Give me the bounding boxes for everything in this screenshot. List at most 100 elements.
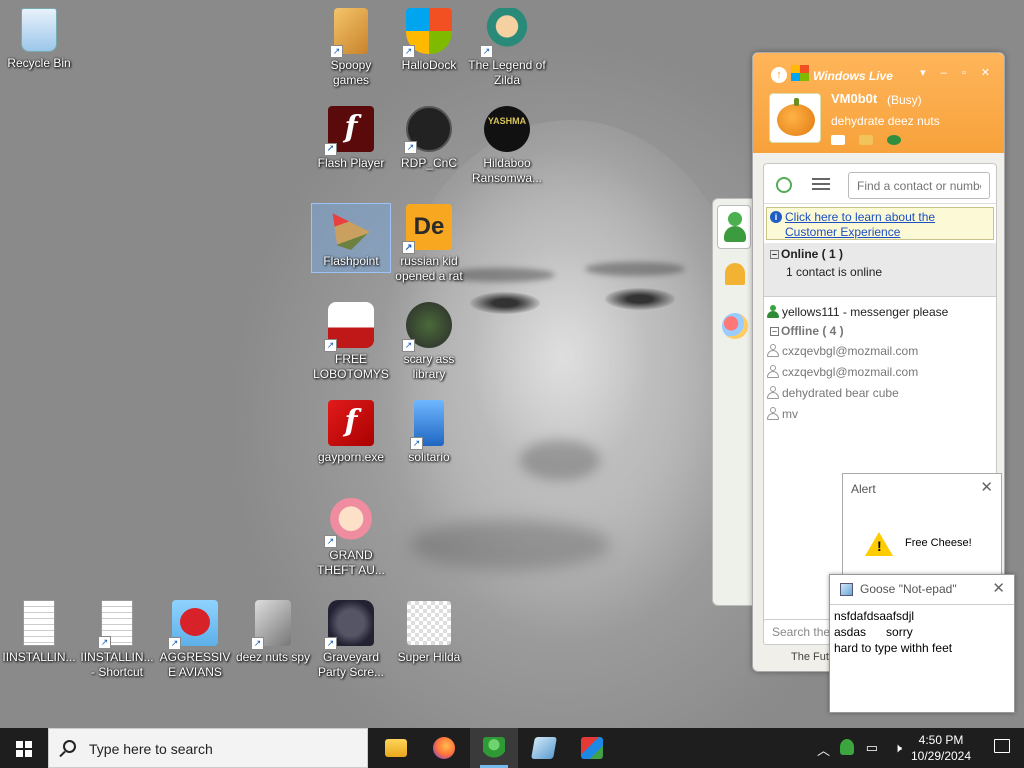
offline-buddy-icon	[766, 365, 779, 378]
online-buddy-icon	[766, 305, 779, 318]
offline-group-header[interactable]: – Offline ( 4 )	[764, 322, 996, 340]
folder-icon[interactable]	[859, 135, 873, 145]
notepad-icon	[840, 583, 853, 596]
folder-icon	[385, 739, 407, 757]
taskbar-goose[interactable]	[568, 728, 616, 768]
taskbar-search-placeholder: Type here to search	[89, 741, 213, 757]
contact-item[interactable]: dehydrated bear cube	[764, 382, 996, 403]
desktop-icon-aggressive-avians[interactable]: ↗ AGGRESSIVE AVIANS	[156, 600, 234, 680]
windows-flag-icon	[791, 65, 809, 81]
shortcut-arrow-icon: ↗	[402, 241, 415, 254]
clock-date: 10/29/2024	[910, 749, 972, 763]
contact-item[interactable]: mv	[764, 403, 996, 424]
customer-experience-banner[interactable]: i Click here to learn about the Customer…	[766, 207, 994, 240]
start-button[interactable]	[0, 728, 48, 768]
mail-icon[interactable]	[831, 135, 845, 145]
windows-stack-icon: ↗	[251, 600, 291, 650]
windows-logo-icon	[16, 741, 32, 757]
shortcut-arrow-icon: ↗	[98, 636, 111, 649]
desktop-icon-russian-kid[interactable]: De ↗ russian kid opened a rat	[390, 204, 468, 284]
personal-message[interactable]: dehydrate deez nuts	[831, 114, 940, 128]
taskbar-firefox[interactable]	[420, 728, 468, 768]
desktop-icon-flashpoint[interactable]: Flashpoint	[311, 203, 391, 273]
desktop-icon-solitario[interactable]: ↗ solitario	[390, 400, 468, 465]
desktop-icon-rdp-cnc[interactable]: ↗ RDP_CnC	[390, 106, 468, 171]
customer-experience-link[interactable]: Click here to learn about the Customer E…	[785, 210, 935, 239]
desktop-icon-spoopy-games[interactable]: ↗ Spoopy games	[312, 8, 390, 88]
taskbar-file-explorer[interactable]	[372, 728, 420, 768]
avatar[interactable]	[769, 93, 821, 143]
ransomware-icon: YASHMA	[484, 106, 530, 152]
desktop-icon-gta[interactable]: ↗ GRAND THEFT AU...	[312, 498, 390, 578]
goose-app-icon	[581, 737, 603, 759]
desktop-icon-free-lobotomys[interactable]: ↗ FREE LOBOTOMYS	[312, 302, 390, 382]
contact-search-input[interactable]	[848, 172, 990, 199]
volume-muted-icon[interactable]: 🕨	[894, 740, 902, 756]
desktop-icon-flash-player[interactable]: f ↗ Flash Player	[312, 106, 390, 171]
taskbar-search-box[interactable]: Type here to search	[48, 728, 368, 768]
footer-ad-text[interactable]: The Fut	[791, 651, 829, 663]
notepad-icon	[531, 737, 557, 759]
flash-icon: f ↗	[324, 106, 374, 156]
status-label[interactable]: (Busy)	[887, 93, 922, 107]
shortcut-arrow-icon: ↗	[330, 45, 343, 58]
online-group: – Online ( 1 ) 1 contact is online	[764, 243, 996, 297]
social-icon[interactable]	[717, 305, 751, 349]
desktop-icon-installin-1[interactable]: IINSTALLIN...	[0, 600, 78, 665]
angry-bird-icon: ↗	[168, 600, 218, 650]
anime-character-icon: ↗	[324, 498, 374, 548]
taskbar-messenger[interactable]	[470, 728, 518, 768]
close-icon[interactable]: ✕	[992, 579, 1005, 597]
collapse-icon[interactable]: –	[770, 327, 779, 336]
display-name[interactable]: VM0b0t	[831, 91, 877, 106]
chevron-up-icon[interactable]: ︿	[817, 740, 830, 759]
warning-icon	[865, 532, 893, 556]
online-group-header[interactable]: – Online ( 1 )	[770, 247, 990, 261]
desktop-icon-scary-library[interactable]: ↗ scary ass library	[390, 302, 468, 382]
bell-icon[interactable]	[717, 255, 751, 299]
shortcut-arrow-icon: ↗	[251, 637, 264, 650]
messenger-tray-icon[interactable]	[840, 739, 854, 755]
shortcut-arrow-icon: ↗	[324, 339, 337, 352]
shortcut-arrow-icon: ↗	[324, 535, 337, 548]
contacts-tab-icon[interactable]	[717, 205, 751, 249]
offline-buddy-icon	[766, 344, 779, 357]
collapse-icon[interactable]: –	[770, 250, 779, 259]
window-controls[interactable]: ▾ ‒ ▫ ✕	[920, 66, 996, 79]
desktop-icon-deez-nuts-spy[interactable]: ↗ deez nuts spy	[234, 600, 312, 665]
shortcut-arrow-icon: ↗	[168, 637, 181, 650]
taskbar-clock[interactable]: 4:50 PM 10/29/2024	[906, 732, 976, 764]
taskbar-notepad[interactable]	[520, 728, 568, 768]
back-arrow-icon[interactable]: ↑	[771, 67, 787, 83]
desktop-icon-hildaboo[interactable]: YASHMA Hildaboo Ransomwa...	[468, 106, 546, 186]
goose-notepad-window: Goose "Not-epad" ✕ nsfdafdsaafsdjl asdas …	[829, 574, 1015, 713]
online-count-text: 1 contact is online	[786, 265, 883, 279]
offline-buddy-icon	[766, 386, 779, 399]
messenger-header: ↑ Windows Live ▾ ‒ ▫ ✕ VM0b0t (Busy) deh…	[753, 53, 1004, 153]
notification-center-icon[interactable]	[994, 739, 1010, 753]
desktop-icon-graveyard[interactable]: ↗ Graveyard Party Scre...	[312, 600, 390, 680]
desktop-icon-hallodock[interactable]: ↗ HalloDock	[390, 8, 468, 73]
desktop-icon-installin-2[interactable]: ↗ IINSTALLIN... - Shortcut	[78, 600, 156, 680]
offline-buddy-icon	[766, 407, 779, 420]
desktop-icon-legend-zilda[interactable]: ↗ The Legend of Zilda	[468, 8, 546, 88]
close-icon[interactable]: ✕	[980, 478, 993, 496]
contact-item[interactable]: yellows111 - messenger please	[764, 301, 996, 322]
contact-toolbar	[764, 164, 996, 204]
desktop-icon-super-hilda[interactable]: Super Hilda	[390, 600, 468, 665]
flashpoint-icon	[332, 213, 370, 250]
list-view-icon[interactable]	[812, 178, 830, 192]
recycle-bin-icon	[21, 8, 57, 52]
quick-actions	[831, 135, 901, 145]
add-contact-icon[interactable]	[776, 177, 792, 193]
notepad-text-area[interactable]: nsfdafdsaafsdjl asdas sorry hard to type w…	[830, 605, 1014, 659]
desktop-icon-recycle-bin[interactable]: Recycle Bin	[0, 8, 78, 71]
contact-item[interactable]: cxzqevbgl@mozmail.com	[764, 361, 996, 382]
cards-icon: ↗	[410, 400, 444, 450]
network-icon[interactable]: ▭	[866, 740, 878, 756]
contact-item[interactable]: cxzqevbgl@mozmail.com	[764, 340, 996, 361]
globe-icon[interactable]	[887, 135, 901, 145]
notepad-titlebar[interactable]: Goose "Not-epad" ✕	[830, 575, 1014, 605]
taskbar: Type here to search ︿ ▭ 🕨 4:50 PM 10/29/…	[0, 728, 1024, 768]
desktop-icon-gayporn-exe[interactable]: f gayporn.exe	[312, 400, 390, 465]
